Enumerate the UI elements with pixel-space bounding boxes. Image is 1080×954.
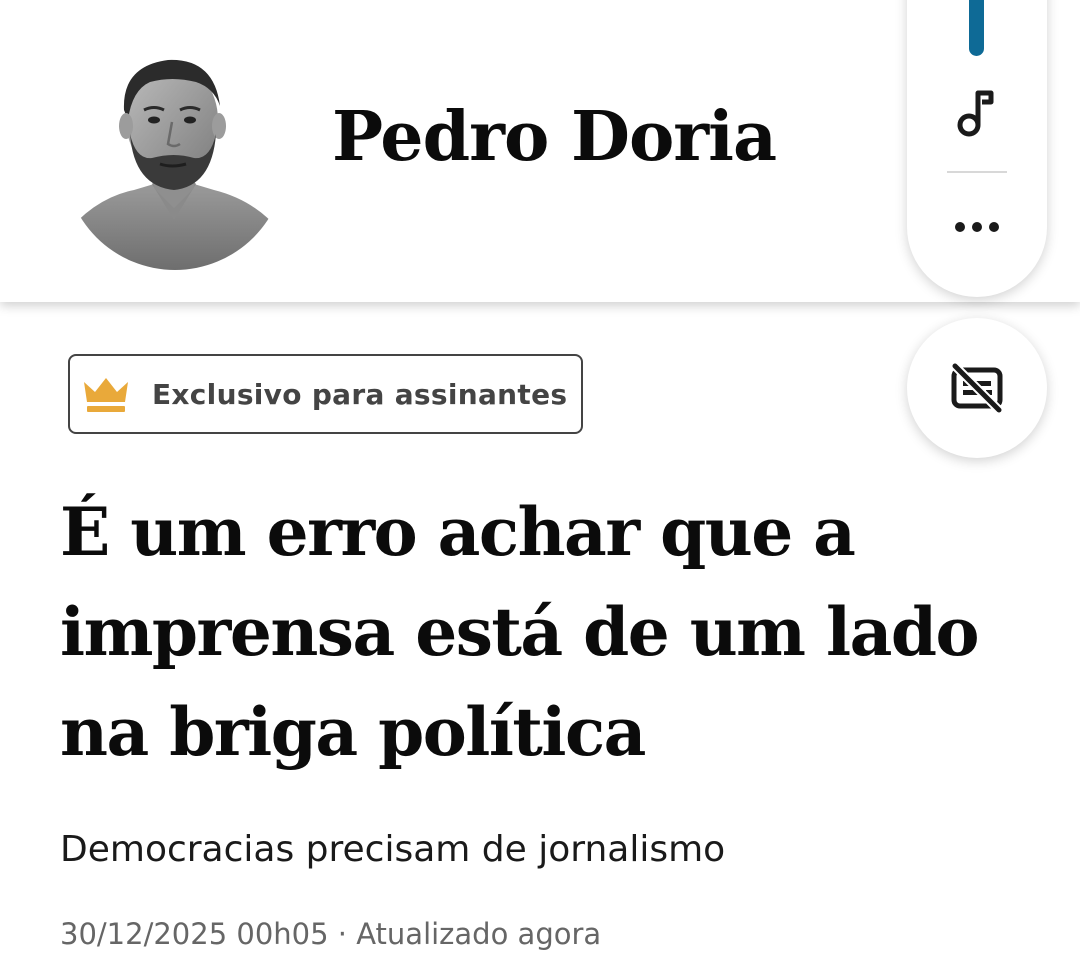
more-dots-icon [955, 222, 999, 232]
author-photo [64, 48, 286, 270]
subscriber-exclusive-badge: Exclusivo para assinantes [68, 354, 584, 434]
article-meta: 30/12/2025 00h05 · Atualizado agora [60, 912, 601, 954]
author-name[interactable]: Pedro Doria [332, 96, 777, 178]
author-avatar[interactable] [64, 48, 286, 270]
audio-button[interactable] [942, 78, 1012, 148]
toolbar-divider [947, 171, 1007, 173]
article-headline: É um erro achar que a imprensa está de u… [60, 493, 980, 771]
crown-icon [84, 378, 128, 412]
updated-time: Atualizado agora [356, 917, 602, 951]
subtitles-off-icon [951, 363, 1003, 413]
article-subtitle: Democracias precisam de jornalismo [60, 829, 726, 870]
reading-progress-indicator [969, 0, 984, 56]
subtitles-toggle-button[interactable] [907, 318, 1047, 458]
more-options-button[interactable] [942, 192, 1012, 262]
meta-separator: · [337, 917, 347, 951]
publish-date: 30/12/2025 00h05 [60, 917, 329, 951]
music-note-icon [957, 90, 994, 137]
side-toolbar [907, 0, 1047, 297]
badge-label: Exclusivo para assinantes [152, 377, 568, 411]
